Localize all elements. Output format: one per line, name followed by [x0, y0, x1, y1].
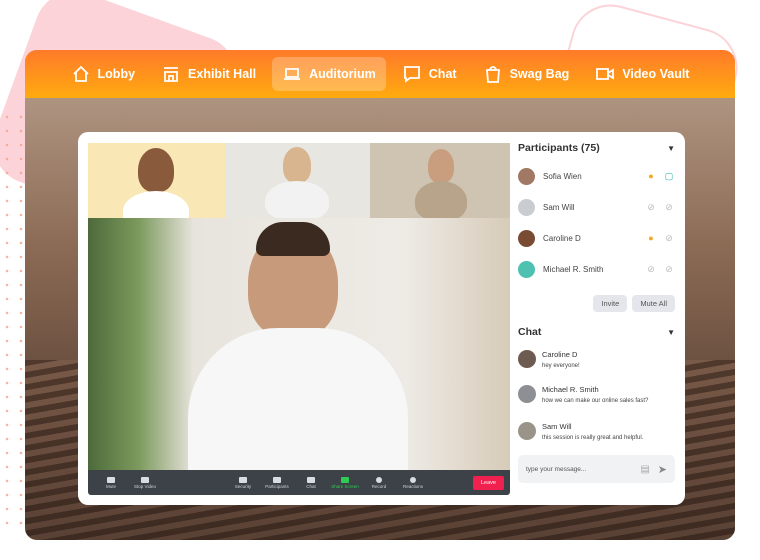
microphone-icon: [107, 476, 115, 483]
chat-placeholder: type your message...: [526, 465, 587, 473]
chat-message: Caroline D hey everyone!: [518, 350, 675, 369]
chevron-down-icon[interactable]: ▼: [667, 328, 675, 337]
participants-button[interactable]: Participants: [260, 476, 294, 489]
smiley-icon: [410, 476, 416, 483]
nav-label: Exhibit Hall: [188, 67, 257, 81]
avatar: [518, 167, 535, 185]
participant-name: Sam Will: [543, 202, 575, 212]
label: Reactions: [402, 483, 423, 489]
bag-icon: [485, 66, 500, 83]
avatar: [518, 385, 536, 403]
participant-row[interactable]: Caroline D ● ⊘: [518, 224, 675, 252]
nav-exhibit-hall[interactable]: Exhibit Hall: [151, 57, 266, 91]
message-author: Caroline D: [542, 350, 578, 359]
video-tile[interactable]: [370, 143, 510, 218]
chat-bubble-icon: [403, 66, 420, 83]
meeting-toolbar: Mute Stop Video Security Participants Ch…: [88, 470, 510, 495]
main-video[interactable]: [88, 218, 510, 470]
chat-button[interactable]: Chat: [294, 476, 328, 489]
video-tile[interactable]: [88, 143, 225, 218]
video-camera-icon: [141, 476, 149, 483]
message-text: how we can make our online sales fast?: [542, 398, 649, 404]
message-text: this session is really great and helpful…: [542, 435, 644, 441]
stop-video-button[interactable]: Stop Video: [128, 476, 162, 489]
chat-input[interactable]: type your message... ▤ ➤: [518, 455, 675, 483]
nav-label: Chat: [428, 67, 457, 81]
participant-row[interactable]: Michael R. Smith ⊘ ⊘: [518, 255, 675, 283]
nav-lobby[interactable]: Lobby: [61, 57, 146, 91]
chevron-down-icon[interactable]: ▼: [667, 144, 675, 153]
nav-label: Lobby: [97, 67, 136, 81]
nav-label: Video Vault: [622, 67, 690, 81]
invite-button[interactable]: Invite: [593, 295, 628, 312]
nav-label: Auditorium: [309, 67, 376, 81]
nav-video-vault[interactable]: Video Vault: [585, 57, 699, 91]
participant-name: Michael R. Smith: [543, 264, 604, 274]
avatar: [518, 350, 536, 368]
record-button[interactable]: Record: [362, 476, 396, 489]
microphone-off-icon[interactable]: ⊘: [645, 264, 657, 274]
chat-message: Michael R. Smith how we can make our onli…: [518, 385, 675, 404]
security-button[interactable]: Security: [226, 476, 260, 489]
participant-name: Caroline D: [543, 233, 581, 243]
record-icon: [376, 476, 382, 483]
avatar: [518, 260, 535, 278]
leave-button[interactable]: Leave: [473, 475, 504, 490]
meeting-card: Mute Stop Video Security Participants Ch…: [78, 132, 685, 505]
video-off-icon[interactable]: ⊘: [663, 202, 675, 212]
microphone-icon[interactable]: ●: [645, 233, 657, 243]
share-screen-button[interactable]: Share Screen: [328, 476, 362, 489]
shield-icon: [239, 476, 247, 483]
video-tile[interactable]: [225, 143, 370, 218]
microphone-icon[interactable]: ●: [645, 171, 657, 181]
nav-auditorium[interactable]: Auditorium: [272, 57, 386, 91]
message-text: hey everyone!: [542, 363, 580, 369]
avatar: [518, 198, 535, 216]
laptop-icon: [284, 68, 301, 80]
label: Security: [234, 483, 252, 489]
video-off-icon[interactable]: ⊘: [663, 233, 675, 243]
participant-row[interactable]: Sofia Wien ● ▢: [518, 162, 675, 190]
participant-name: Sofia Wien: [543, 171, 582, 181]
avatar: [518, 229, 535, 247]
chat-icon: [307, 476, 315, 483]
label: Share Screen: [331, 483, 359, 489]
users-icon: [273, 476, 281, 483]
send-icon[interactable]: ➤: [658, 463, 667, 476]
reactions-button[interactable]: Reactions: [396, 476, 430, 489]
sidebar: Participants (75) ▼ Sofia Wien ● ▢ Sam Will…: [518, 142, 675, 483]
label: Mute: [105, 483, 116, 489]
mute-button[interactable]: Mute: [94, 476, 128, 489]
label: Chat: [306, 483, 316, 489]
top-nav: Lobby Exhibit Hall Auditorium Chat Swag …: [25, 50, 735, 98]
home-icon: [72, 65, 89, 82]
nav-swag-bag[interactable]: Swag Bag: [473, 57, 580, 91]
participants-title: Participants (75): [518, 142, 600, 154]
mute-all-button[interactable]: Mute All: [632, 295, 675, 312]
label: Stop Video: [134, 483, 156, 489]
attachment-icon[interactable]: ▤: [640, 464, 649, 475]
avatar: [518, 422, 536, 440]
message-author: Michael R. Smith: [542, 385, 599, 394]
microphone-off-icon[interactable]: ⊘: [645, 202, 657, 212]
nav-label: Swag Bag: [509, 67, 570, 81]
store-icon: [164, 67, 179, 82]
label: Record: [371, 483, 387, 489]
nav-chat[interactable]: Chat: [392, 57, 467, 91]
participant-row[interactable]: Sam Will ⊘ ⊘: [518, 193, 675, 221]
chat-title: Chat: [518, 326, 542, 338]
message-author: Sam Will: [542, 422, 572, 431]
chat-message: Sam Will this session is really great and…: [518, 422, 675, 441]
video-camera-icon[interactable]: ▢: [663, 171, 675, 181]
video-camera-icon: [596, 68, 615, 80]
share-screen-icon: [341, 476, 349, 483]
label: Participants: [265, 483, 289, 489]
video-off-icon[interactable]: ⊘: [663, 264, 675, 274]
